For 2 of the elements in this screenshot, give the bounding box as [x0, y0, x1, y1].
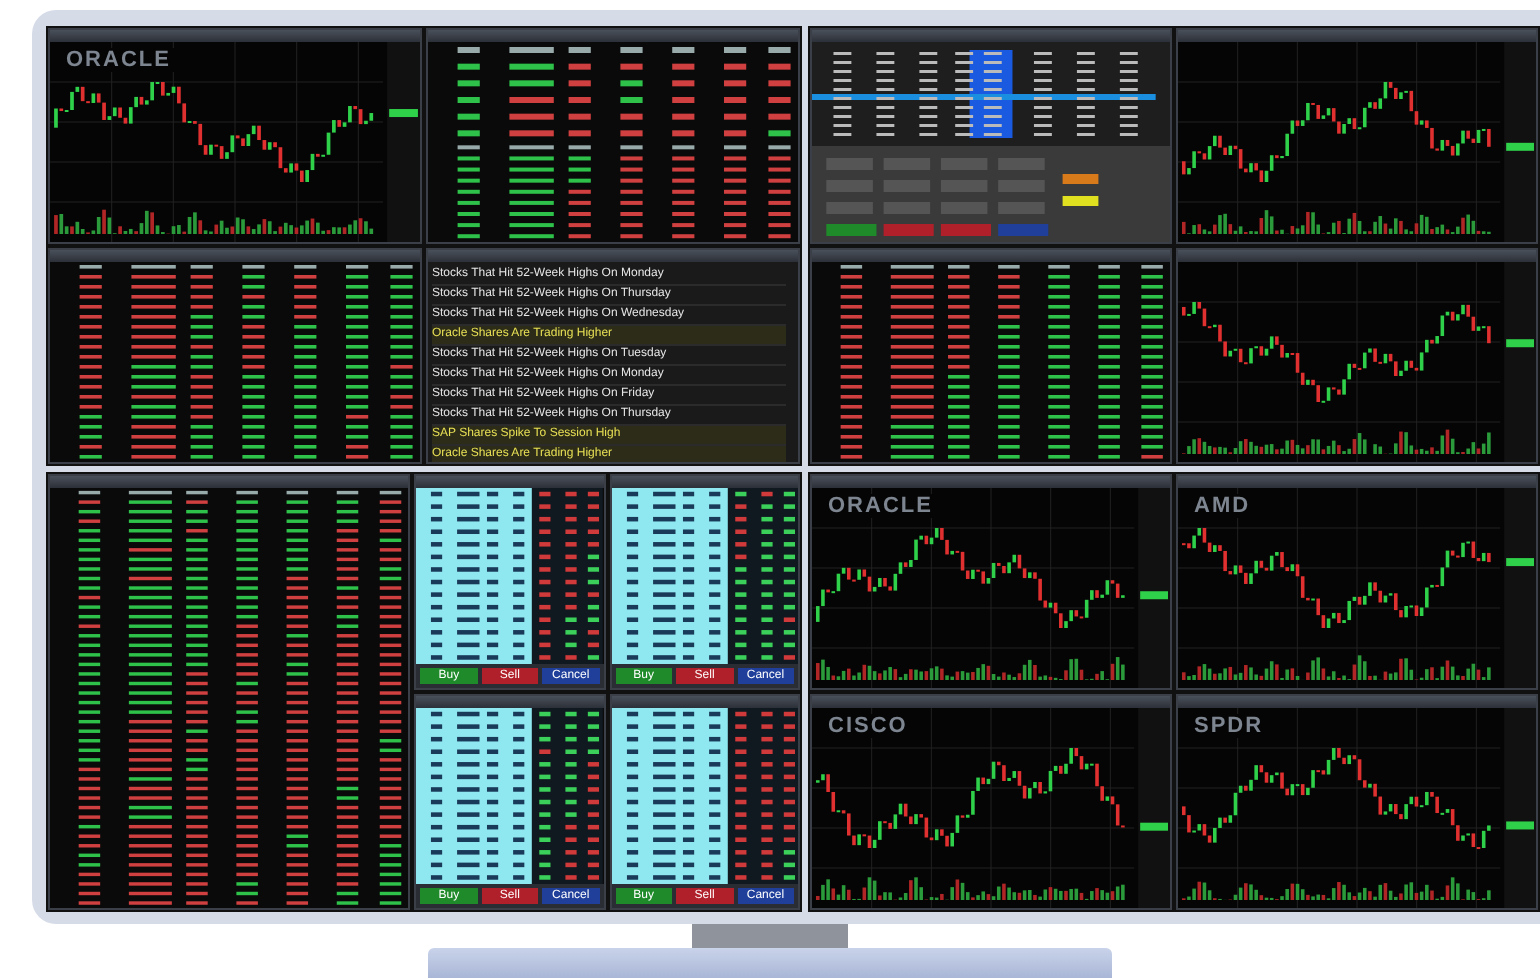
chart-logo: ORACLE [824, 494, 937, 518]
chart-logo: ORACLE [62, 48, 175, 72]
